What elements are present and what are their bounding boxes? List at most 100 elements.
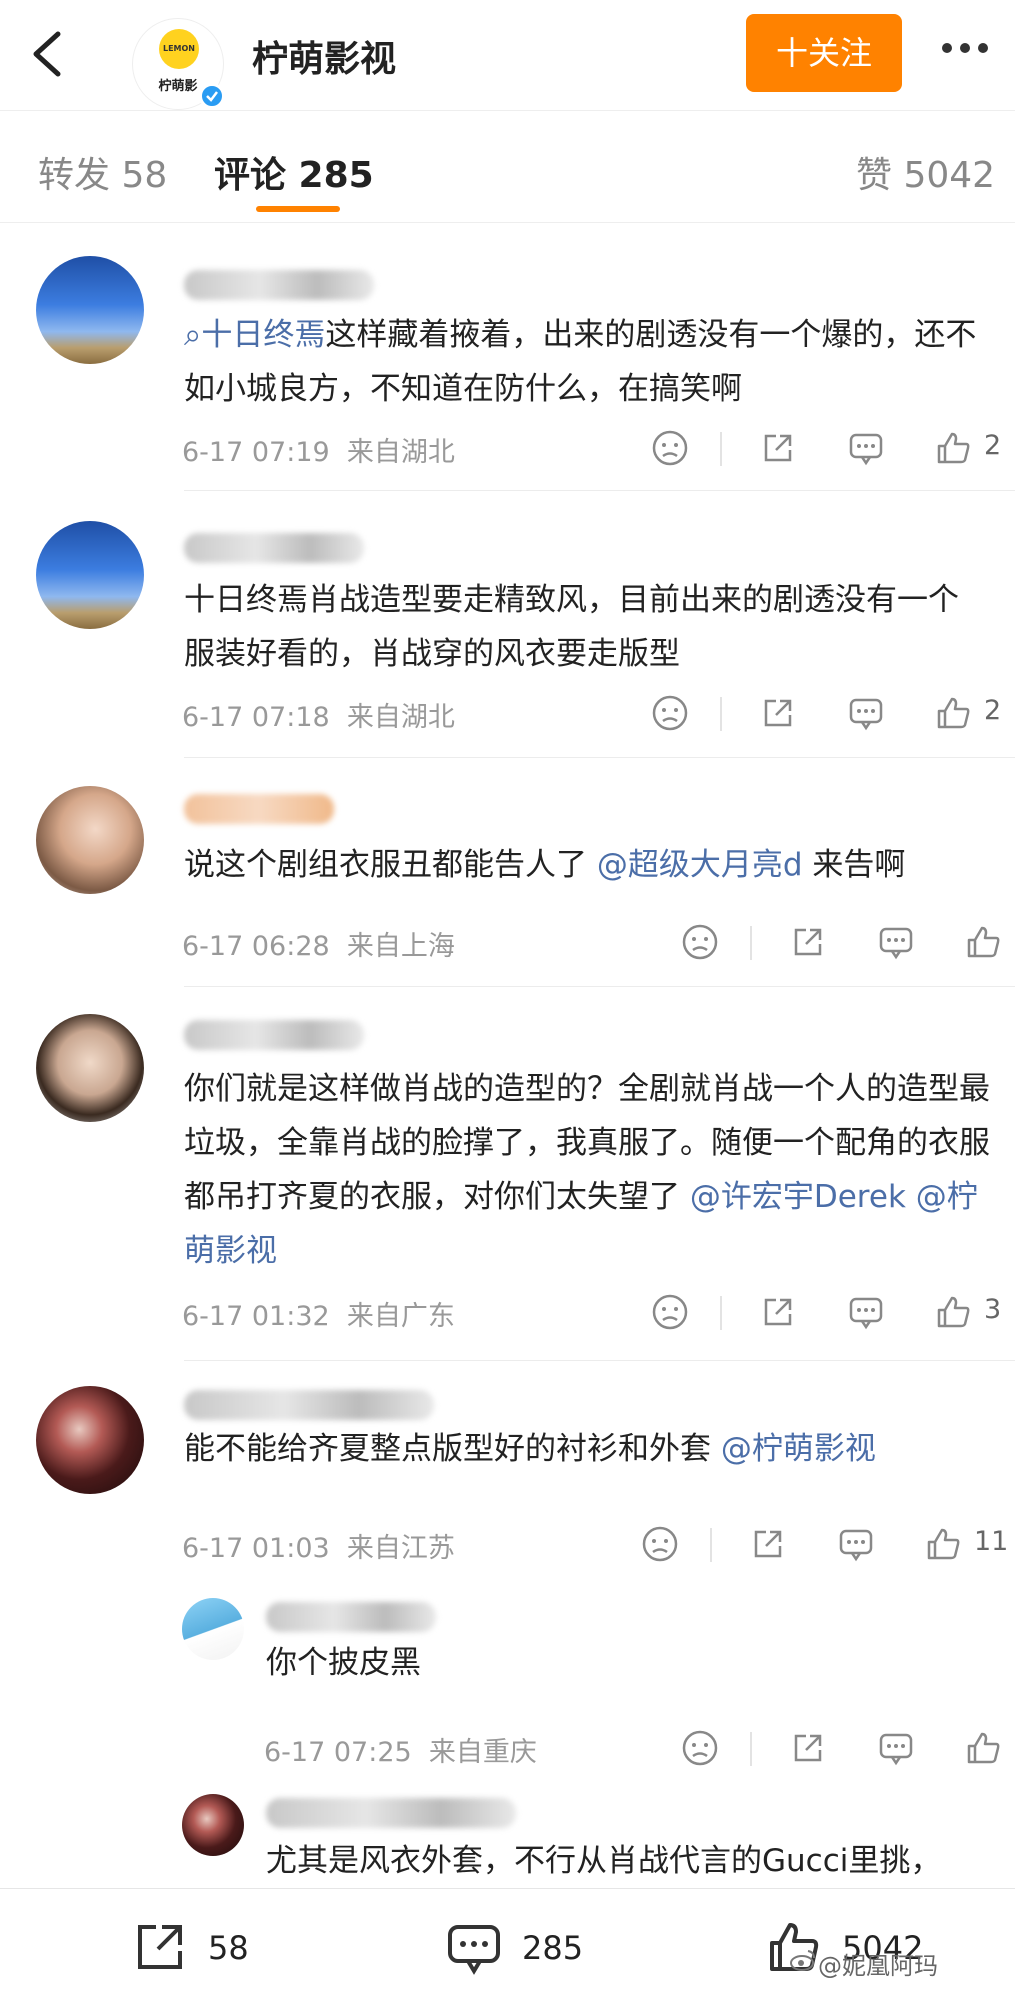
tab-comments[interactable]: 评论 285	[214, 146, 374, 198]
comment-icon[interactable]	[876, 1728, 918, 1770]
divider	[184, 490, 1015, 491]
comment-text: ⌕十日终焉这样藏着掖着，出来的剧透没有一个爆的，还不如小城良方，不知道在防什么，…	[184, 317, 977, 407]
comment-location: 来自上海	[346, 931, 455, 962]
comment-actions	[670, 922, 1010, 966]
emoji-face-icon[interactable]	[680, 1728, 722, 1770]
username-blurred[interactable]	[184, 1020, 364, 1050]
share-icon[interactable]	[758, 693, 800, 735]
thumbs-up-icon[interactable]	[924, 1524, 966, 1566]
like-count: 2	[984, 695, 1002, 726]
avatar[interactable]	[182, 1598, 244, 1660]
follow-button[interactable]: 十关注	[746, 14, 902, 92]
username-blurred[interactable]	[184, 533, 364, 563]
emoji-face-icon[interactable]	[650, 428, 692, 470]
comment-text: 十日终焉肖战造型要走精致风，目前出来的剧透没有一个服装好看的，肖战穿的风衣要走版…	[184, 582, 959, 672]
reply-location: 来自重庆	[428, 1737, 537, 1768]
dot-icon	[942, 43, 952, 53]
comment-text: 说这个剧组衣服丑都能告人了 @超级大月亮d 来告啊	[184, 847, 906, 883]
thumbs-up-icon[interactable]	[964, 922, 1006, 964]
divider	[720, 697, 722, 731]
thumbs-up-icon[interactable]	[934, 1292, 976, 1334]
emoji-face-icon[interactable]	[640, 1524, 682, 1566]
like-count: 2	[984, 430, 1002, 461]
username-blurred[interactable]	[184, 794, 334, 824]
emoji-face-icon[interactable]	[650, 693, 692, 735]
divider	[750, 1732, 752, 1766]
comment-location: 来自湖北	[346, 437, 455, 468]
reply-meta: 6-17 07:25 来自重庆	[264, 1730, 537, 1769]
avatar[interactable]	[36, 786, 144, 894]
share-icon[interactable]	[758, 428, 800, 470]
active-tab-indicator	[256, 206, 340, 212]
comment-actions: 2	[640, 693, 1010, 737]
reply-actions	[670, 1728, 1010, 1772]
mention-link[interactable]: @许宏宇Derek	[690, 1179, 906, 1215]
share-icon[interactable]	[758, 1292, 800, 1334]
mention-link[interactable]: @超级大月亮d	[597, 847, 803, 883]
divider	[184, 986, 1015, 987]
avatar[interactable]	[182, 1794, 244, 1856]
username-blurred[interactable]	[266, 1798, 516, 1828]
avatar[interactable]	[36, 1386, 144, 1494]
username-blurred[interactable]	[184, 1390, 434, 1420]
avatar[interactable]	[36, 256, 144, 364]
username-blurred[interactable]	[184, 270, 374, 300]
back-button[interactable]	[22, 26, 78, 82]
lemon-logo-icon: LEMON	[159, 29, 199, 69]
dot-icon	[960, 43, 970, 53]
repost-count: 58	[208, 1929, 249, 1967]
comment-meta: 6-17 01:03 来自江苏	[182, 1526, 455, 1565]
search-icon[interactable]: ⌕	[184, 317, 201, 353]
comment-button[interactable]: 285	[446, 1919, 606, 1975]
topic-link[interactable]: 十日终焉	[201, 317, 325, 353]
comment-actions: 11	[630, 1524, 1015, 1568]
comment-actions: 2	[640, 428, 1010, 472]
divider	[184, 757, 1015, 758]
comment-meta: 6-17 01:32 来自广东	[182, 1294, 455, 1333]
comment-text: 能不能给齐夏整点版型好的衬衫和外套 @柠萌影视	[184, 1431, 876, 1467]
comment-icon[interactable]	[876, 922, 918, 964]
avatar[interactable]	[36, 521, 144, 629]
thumbs-up-icon[interactable]	[964, 1728, 1006, 1770]
avatar[interactable]	[36, 1014, 144, 1122]
comment-meta: 6-17 07:18 来自湖北	[182, 695, 455, 734]
emoji-face-icon[interactable]	[680, 922, 722, 964]
comment-time: 6-17 07:18	[182, 702, 330, 733]
tab-likes[interactable]: 赞 5042	[856, 146, 995, 198]
comment-text: 你们就是这样做肖战的造型的？全剧就肖战一个人的造型最垃圾，全靠肖战的脸撑了，我真…	[184, 1071, 990, 1269]
comment-time: 6-17 07:19	[182, 437, 330, 468]
share-icon[interactable]	[788, 922, 830, 964]
emoji-face-icon[interactable]	[650, 1292, 692, 1334]
account-name[interactable]: 柠萌影视	[252, 30, 396, 82]
comment-icon[interactable]	[846, 1292, 888, 1334]
comment-time: 6-17 01:32	[182, 1301, 330, 1332]
comment-count: 285	[522, 1929, 584, 1967]
verified-badge-icon	[199, 83, 225, 109]
thumbs-up-icon[interactable]	[934, 693, 976, 735]
divider	[720, 1296, 722, 1330]
comment-location: 来自广东	[346, 1301, 455, 1332]
share-icon[interactable]	[788, 1728, 830, 1770]
like-count: 3	[984, 1294, 1002, 1325]
post-tabs: 转发 58 评论 285 赞 5042	[0, 112, 1015, 223]
dot-icon	[978, 43, 988, 53]
comment-icon[interactable]	[846, 428, 888, 470]
share-icon	[138, 1925, 182, 1969]
share-icon[interactable]	[748, 1524, 790, 1566]
top-nav-bar: LEMON 柠萌影 柠萌影视 十关注	[0, 0, 1015, 111]
repost-button[interactable]: 58	[132, 1919, 272, 1975]
reply-text: 你个披皮黑	[266, 1645, 421, 1681]
account-avatar[interactable]: LEMON 柠萌影	[132, 18, 225, 110]
username-blurred[interactable]	[266, 1602, 436, 1632]
thumbs-up-icon[interactable]	[934, 428, 976, 470]
more-options-button[interactable]	[942, 38, 1002, 62]
comment-icon[interactable]	[836, 1524, 878, 1566]
divider	[750, 926, 752, 960]
divider	[720, 432, 722, 466]
tab-repost[interactable]: 转发 58	[38, 146, 167, 198]
comment-icon[interactable]	[846, 693, 888, 735]
comment-time: 6-17 01:03	[182, 1533, 330, 1564]
comment-location: 来自湖北	[346, 702, 455, 733]
mention-link[interactable]: @柠萌影视	[721, 1431, 876, 1467]
watermark: @妮凰阿玛	[818, 1952, 938, 1980]
